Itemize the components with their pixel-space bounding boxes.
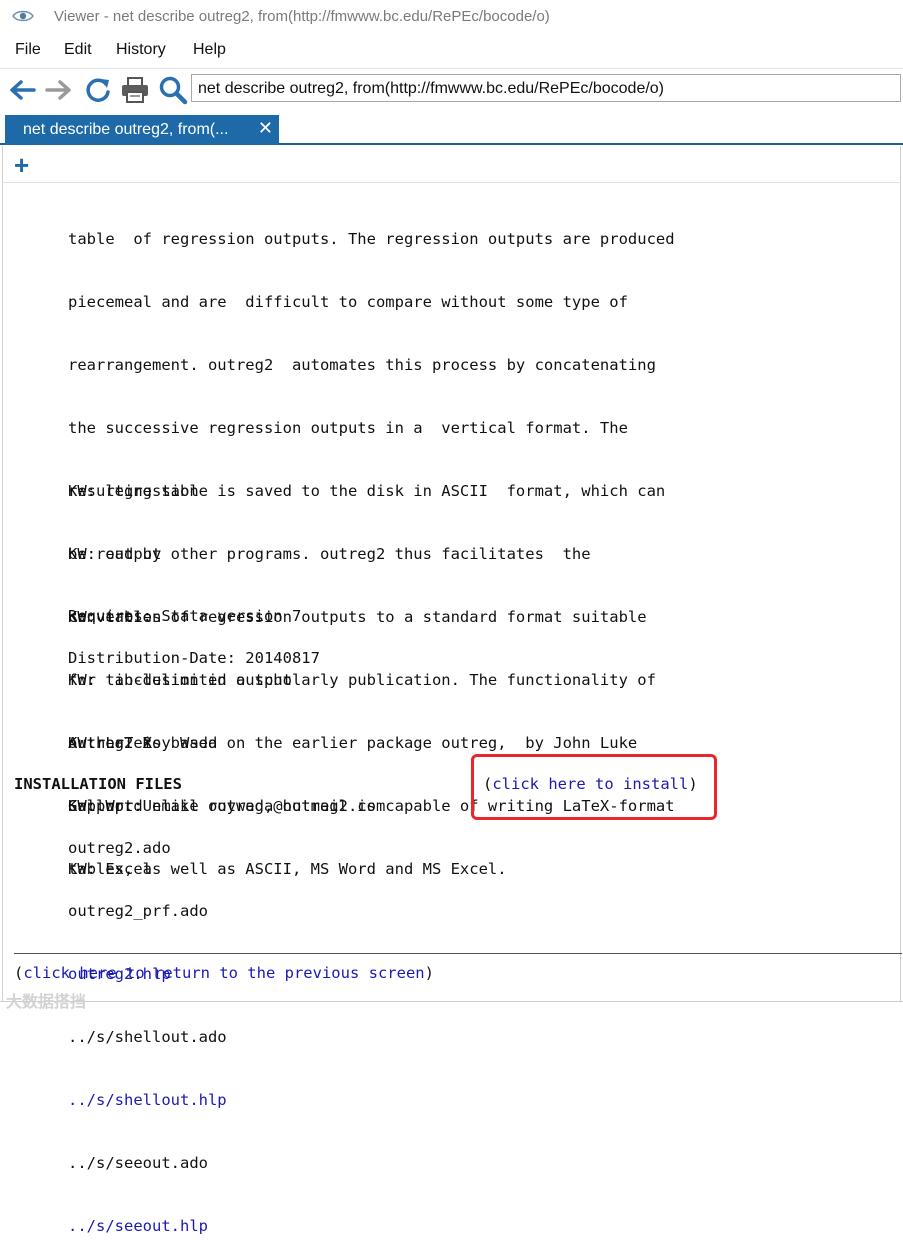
description-line: table of regression outputs. The regress… xyxy=(68,230,675,248)
installation-heading: INSTALLATION FILES xyxy=(14,775,182,793)
back-paren-open: ( xyxy=(14,964,24,982)
back-paren-close: ) xyxy=(424,964,434,982)
keyword-line: KW: output xyxy=(68,545,162,563)
menu-history[interactable]: History xyxy=(116,41,166,59)
window-title: Viewer - net describe outreg2, from(http… xyxy=(54,8,550,25)
file-shellout-ado: ../s/shellout.ado xyxy=(68,1028,227,1046)
back-arrow-icon xyxy=(10,80,36,100)
find-button[interactable] xyxy=(157,74,189,106)
menu-help[interactable]: Help xyxy=(193,41,226,59)
highlight-box xyxy=(471,754,717,820)
tab-net-describe[interactable]: net describe outreg2, from(... ✕ xyxy=(5,115,279,145)
add-tab-icon[interactable]: + xyxy=(14,152,29,178)
return-link[interactable]: click here to return to the previous scr… xyxy=(23,964,424,982)
menu-edit[interactable]: Edit xyxy=(64,41,92,59)
close-icon[interactable]: ✕ xyxy=(258,118,273,139)
divider xyxy=(14,953,902,954)
refresh-icon xyxy=(86,78,110,102)
file-seeout-hlp-link[interactable]: ../s/seeout.hlp xyxy=(68,1216,227,1237)
author-line: Author: Roy Wada xyxy=(68,734,218,752)
installation-file-list: outreg2.ado outreg2_prf.ado outreg2.hlp … xyxy=(68,796,227,1258)
watermark: 大数据搭挡 xyxy=(6,994,87,1011)
print-icon xyxy=(122,77,148,103)
command-input[interactable]: net describe outreg2, from(http://fmwww.… xyxy=(191,74,901,102)
search-icon xyxy=(159,76,188,105)
file-outreg2-prf-ado: outreg2_prf.ado xyxy=(68,902,208,920)
file-outreg2-ado: outreg2.ado xyxy=(68,839,171,857)
distribution-date: Distribution-Date: 20140817 xyxy=(68,649,320,667)
requires-line: Requires: Stata version 7 xyxy=(68,607,302,625)
menu-file[interactable]: File xyxy=(15,41,41,59)
back-button[interactable] xyxy=(6,74,38,106)
plus-bar xyxy=(2,146,901,183)
forward-button[interactable] xyxy=(43,74,75,106)
eye-icon xyxy=(12,10,34,22)
print-button[interactable] xyxy=(119,74,151,106)
title-bar: Viewer - net describe outreg2, from(http… xyxy=(0,0,903,34)
file-shellout-hlp-link[interactable]: ../s/shellout.hlp xyxy=(68,1090,227,1111)
bottom-border xyxy=(0,1001,903,1002)
menu-bar: File Edit History Help xyxy=(0,38,903,64)
refresh-button[interactable] xyxy=(82,74,114,106)
tab-label: net describe outreg2, from(... xyxy=(23,121,229,138)
keyword-line: KW: tab-delimited output xyxy=(68,671,292,689)
file-seeout-ado: ../s/seeout.ado xyxy=(68,1154,208,1172)
back-line: (click here to return to the previous sc… xyxy=(14,964,434,982)
keyword-line: KW: regression xyxy=(68,482,199,500)
forward-arrow-icon xyxy=(45,80,71,100)
description-line: piecemeal and are difficult to compare w… xyxy=(68,293,628,311)
description-line: the successive regression outputs in a v… xyxy=(68,419,628,437)
description-line: rearrangement. outreg2 automates this pr… xyxy=(68,356,656,374)
